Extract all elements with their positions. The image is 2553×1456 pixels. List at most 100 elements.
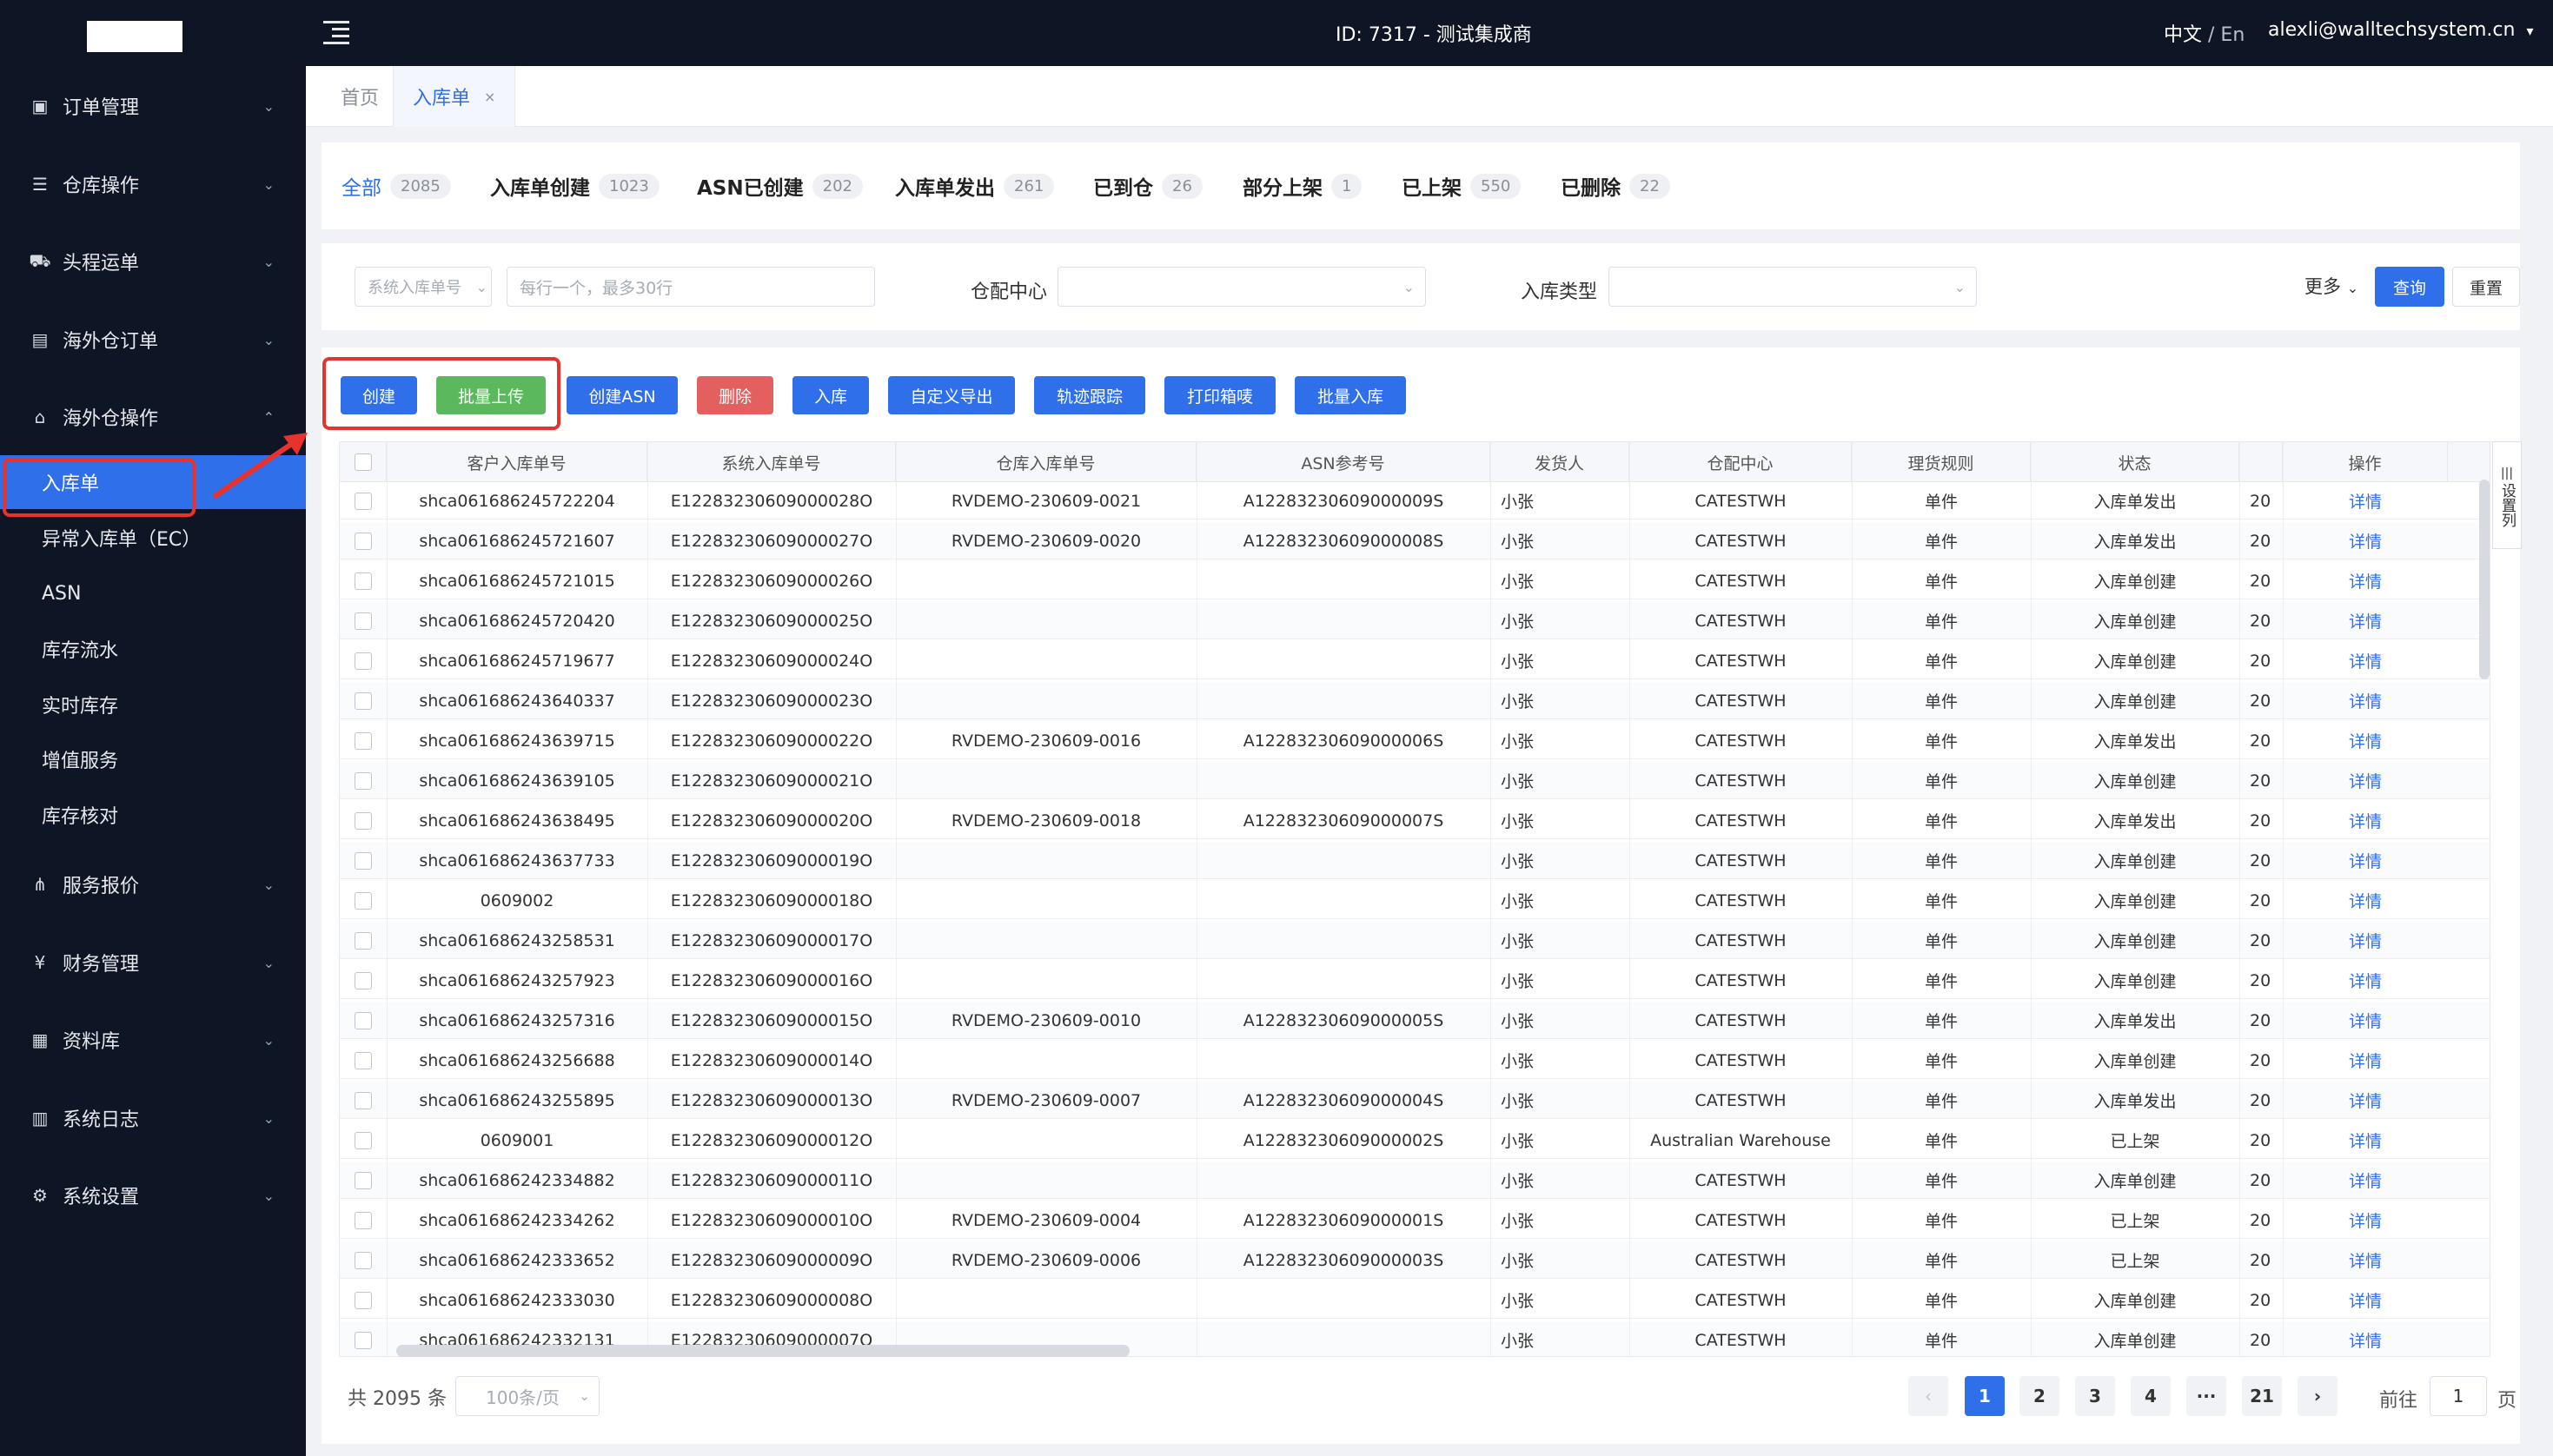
more-pages-button[interactable]: ··· — [2186, 1376, 2226, 1416]
detail-link[interactable]: 详情 — [2283, 1241, 2448, 1279]
table-row[interactable]: shca061686243638495 E12283230609000020O RV… — [340, 802, 2490, 839]
menu-system-settings[interactable]: ⚙ 系统设置 ⌄ — [0, 1169, 306, 1221]
submenu-inventory-check[interactable]: 库存核对 — [0, 788, 306, 842]
detail-link[interactable]: 详情 — [2283, 1201, 2448, 1239]
detail-link[interactable]: 详情 — [2283, 1002, 2448, 1039]
submenu-inventory-flow[interactable]: 库存流水 — [0, 622, 306, 676]
table-row[interactable]: shca061686245721015 E12283230609000026O 小张… — [340, 562, 2490, 599]
detail-link[interactable]: 详情 — [2283, 1042, 2448, 1079]
row-checkbox[interactable] — [355, 1291, 372, 1309]
menu-service-quote[interactable]: ⋔ 服务报价 ⌄ — [0, 858, 306, 910]
table-row[interactable]: shca061686243257923 E12283230609000016O 小张… — [340, 962, 2490, 999]
table-row[interactable]: shca061686245719677 E12283230609000024O 小张… — [340, 642, 2490, 679]
submenu-value-added[interactable]: 增值服务 — [0, 732, 306, 786]
page-4-button[interactable]: 4 — [2131, 1376, 2171, 1416]
row-checkbox[interactable] — [355, 1051, 372, 1069]
table-row[interactable]: 0609002 E12283230609000018O 小张 CATESTWH 单件 入库… — [340, 882, 2490, 919]
status-tab-all[interactable]: 全部 2085 — [342, 169, 451, 202]
batch-inbound-button[interactable]: 批量入库 — [1295, 376, 1406, 414]
page-1-button[interactable]: 1 — [1965, 1376, 2005, 1416]
tab-inbound-order[interactable]: 入库单 × — [393, 66, 516, 127]
lang-en[interactable]: En — [2220, 24, 2245, 46]
row-checkbox[interactable] — [355, 572, 372, 590]
close-icon[interactable]: × — [484, 89, 495, 105]
detail-link[interactable]: 详情 — [2283, 882, 2448, 919]
table-row[interactable]: shca061686242333030 E12283230609000008O 小张… — [340, 1281, 2490, 1319]
row-checkbox[interactable] — [355, 771, 372, 790]
row-checkbox[interactable] — [355, 692, 372, 710]
page-size-select[interactable]: 100条/页 ⌄ — [455, 1376, 600, 1416]
submenu-asn[interactable]: ASN — [0, 566, 306, 620]
detail-link[interactable]: 详情 — [2283, 642, 2448, 679]
select-all-checkbox[interactable] — [354, 453, 372, 471]
status-tab-asn-created[interactable]: ASN已创建 202 — [697, 169, 863, 202]
batch-upload-button[interactable]: 批量上传 — [436, 376, 546, 414]
table-row[interactable]: shca061686243257316 E12283230609000015O RV… — [340, 1002, 2490, 1039]
menu-system-log[interactable]: ▥ 系统日志 ⌄ — [0, 1092, 306, 1144]
create-asn-button[interactable]: 创建ASN — [567, 376, 678, 414]
row-checkbox[interactable] — [355, 652, 372, 670]
table-row[interactable]: shca061686242333652 E12283230609000009O RV… — [340, 1241, 2490, 1279]
table-row[interactable]: shca061686243258531 E12283230609000017O 小张… — [340, 922, 2490, 959]
center-select[interactable]: ⌄ — [1058, 267, 1426, 307]
detail-link[interactable]: 详情 — [2283, 682, 2448, 719]
status-tab-created[interactable]: 入库单创建 1023 — [490, 169, 660, 202]
lang-cn[interactable]: 中文 — [2164, 24, 2202, 46]
table-row[interactable]: shca061686243637733 E12283230609000019O 小张… — [340, 842, 2490, 879]
row-checkbox[interactable] — [355, 891, 372, 910]
more-filters[interactable]: 更多 ⌄ — [2304, 273, 2358, 299]
row-checkbox[interactable] — [355, 1171, 372, 1189]
table-row[interactable]: shca061686243639715 E12283230609000022O RV… — [340, 722, 2490, 759]
table-row[interactable]: 0609001 E12283230609000012O A1228323060900… — [340, 1122, 2490, 1159]
status-tab-partial-shelved[interactable]: 部分上架 1 — [1243, 169, 1363, 202]
row-checkbox[interactable] — [355, 971, 372, 989]
table-row[interactable]: shca061686242334262 E12283230609000010O RV… — [340, 1201, 2490, 1239]
submenu-realtime-inventory[interactable]: 实时库存 — [0, 678, 306, 731]
table-row[interactable]: shca061686243639105 E12283230609000021O 小张… — [340, 762, 2490, 799]
row-checkbox[interactable] — [355, 1251, 372, 1269]
delete-button[interactable]: 删除 — [697, 376, 773, 414]
row-checkbox[interactable] — [355, 811, 372, 830]
tab-home[interactable]: 首页 — [341, 66, 379, 127]
detail-link[interactable]: 详情 — [2283, 802, 2448, 839]
language-switch[interactable]: 中文 / En — [2164, 19, 2245, 47]
search-input[interactable]: 每行一个，最多30行 — [507, 267, 875, 307]
goto-page-input[interactable]: 1 — [2430, 1376, 2487, 1416]
prev-page-button[interactable]: ‹ — [1908, 1376, 1948, 1416]
detail-link[interactable]: 详情 — [2283, 1321, 2448, 1356]
menu-toggle-icon[interactable] — [323, 19, 349, 45]
row-checkbox[interactable] — [355, 851, 372, 870]
status-tab-sent[interactable]: 入库单发出 261 — [895, 169, 1055, 202]
tracking-button[interactable]: 轨迹跟踪 — [1034, 376, 1145, 414]
row-checkbox[interactable] — [355, 532, 372, 550]
page-21-button[interactable]: 21 — [2242, 1376, 2282, 1416]
row-checkbox[interactable] — [355, 1131, 372, 1149]
status-tab-arrived[interactable]: 已到仓 26 — [1093, 169, 1203, 202]
table-row[interactable]: shca061686242334882 E12283230609000011O 小张… — [340, 1161, 2490, 1199]
menu-warehouse-operation[interactable]: ☰ 仓库操作 ⌄ — [0, 158, 306, 210]
row-checkbox[interactable] — [355, 612, 372, 630]
type-select[interactable]: ⌄ — [1608, 267, 1977, 307]
detail-link[interactable]: 详情 — [2283, 602, 2448, 639]
detail-link[interactable]: 详情 — [2283, 1122, 2448, 1159]
detail-link[interactable]: 详情 — [2283, 1281, 2448, 1319]
detail-link[interactable]: 详情 — [2283, 1082, 2448, 1119]
row-checkbox[interactable] — [355, 731, 372, 750]
row-checkbox[interactable] — [355, 1091, 372, 1109]
table-row[interactable]: shca061686243255895 E12283230609000013O RV… — [340, 1082, 2490, 1119]
detail-link[interactable]: 详情 — [2283, 922, 2448, 959]
inbound-button[interactable]: 入库 — [792, 376, 869, 414]
menu-order-management[interactable]: ▣ 订单管理 ⌄ — [0, 80, 306, 132]
detail-link[interactable]: 详情 — [2283, 1161, 2448, 1199]
detail-link[interactable]: 详情 — [2283, 722, 2448, 759]
row-checkbox[interactable] — [355, 1331, 372, 1349]
detail-link[interactable]: 详情 — [2283, 842, 2448, 879]
row-checkbox[interactable] — [355, 492, 372, 510]
create-button[interactable]: 创建 — [341, 376, 417, 414]
status-tab-deleted[interactable]: 已删除 22 — [1561, 169, 1670, 202]
user-menu[interactable]: alexli@walltechsystem.cn ▾ — [2268, 19, 2533, 41]
detail-link[interactable]: 详情 — [2283, 762, 2448, 799]
menu-database[interactable]: ▦ 资料库 ⌄ — [0, 1014, 306, 1066]
table-row[interactable]: shca061686245722204 E12283230609000028O RV… — [340, 482, 2490, 520]
vertical-scrollbar[interactable] — [2479, 480, 2490, 679]
